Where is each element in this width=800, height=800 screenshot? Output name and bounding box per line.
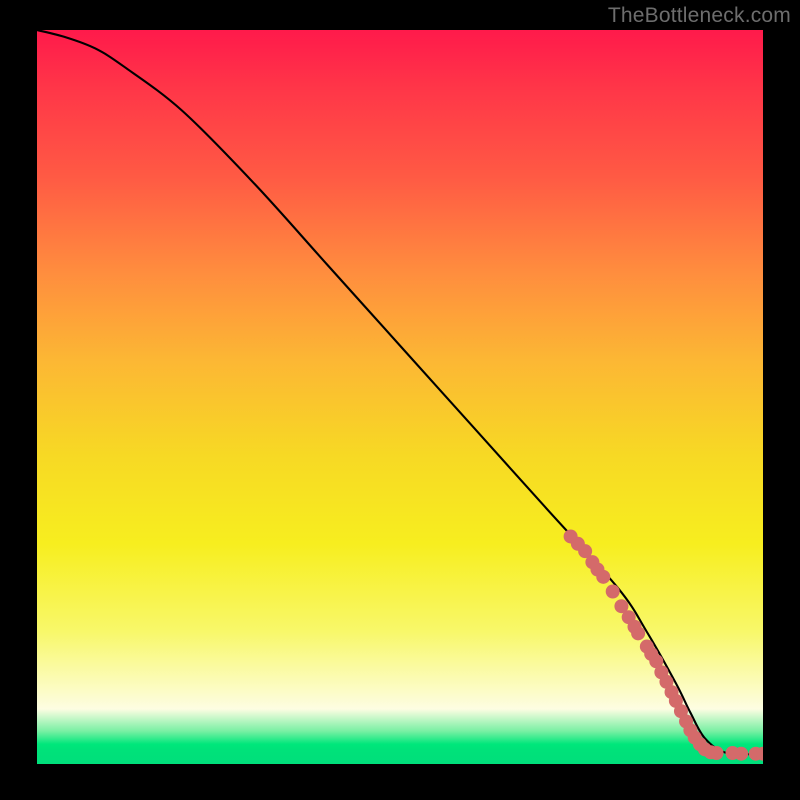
data-point — [710, 746, 724, 760]
marker-cluster — [564, 529, 763, 760]
chart-svg — [37, 30, 763, 764]
data-point — [596, 570, 610, 584]
plot-area — [37, 30, 763, 764]
data-point — [631, 626, 645, 640]
bottleneck-curve — [37, 30, 763, 754]
watermark-label: TheBottleneck.com — [608, 4, 791, 28]
data-point — [734, 747, 748, 761]
chart-stage: TheBottleneck.com — [0, 0, 800, 800]
data-point — [606, 585, 620, 599]
